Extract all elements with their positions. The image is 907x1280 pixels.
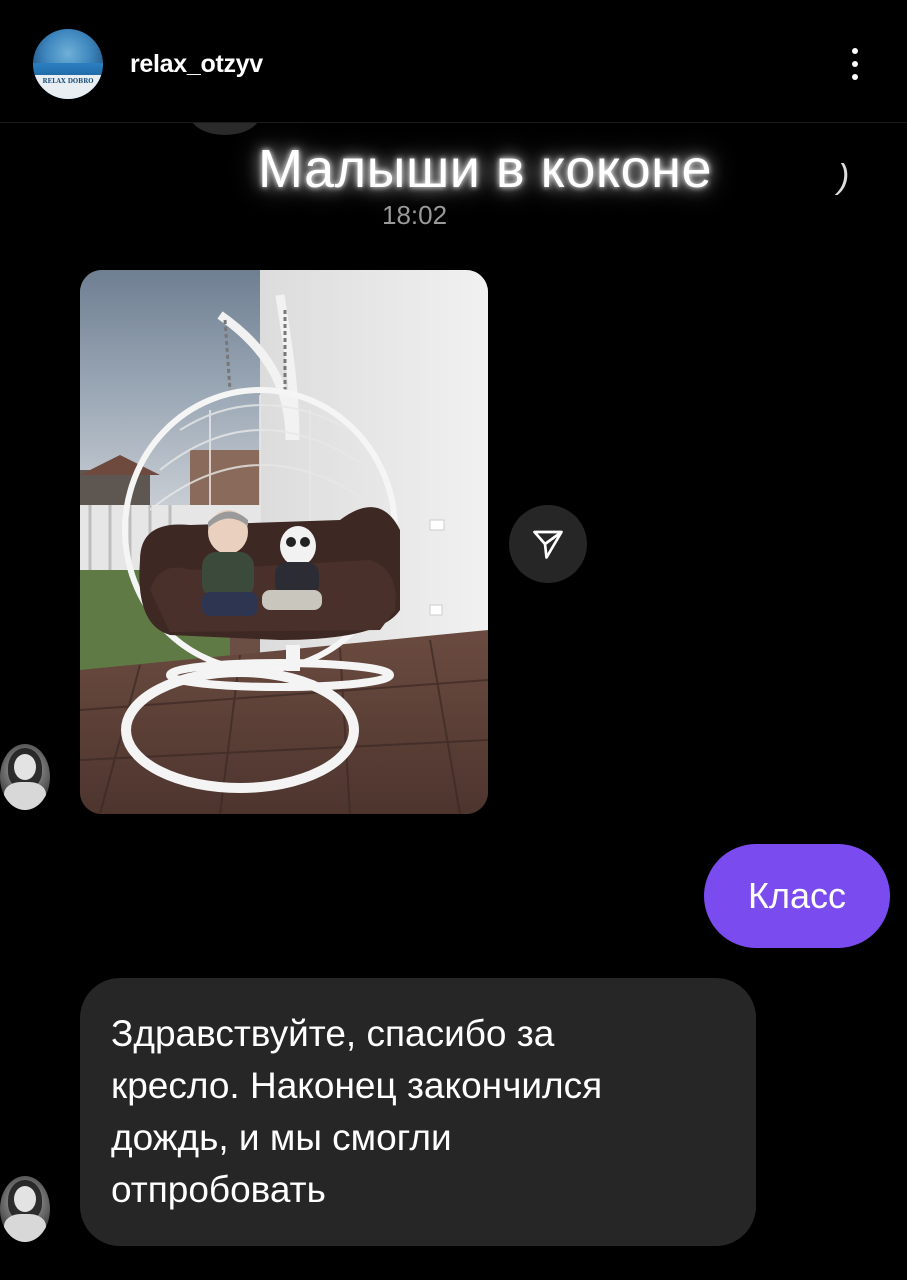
sender-avatar[interactable] (0, 1176, 50, 1242)
dot (852, 48, 858, 54)
avatar-face (14, 1186, 36, 1212)
more-options-icon[interactable] (840, 40, 870, 88)
photo-illustration (80, 270, 488, 814)
avatar-face (14, 754, 36, 780)
chat-header: RELAX DOBRO relax_otzyv (0, 0, 907, 123)
profile-avatar[interactable]: RELAX DOBRO (33, 29, 103, 99)
avatar-logo-text: RELAX DOBRO (42, 78, 94, 85)
paper-plane-glyph (533, 530, 563, 559)
avatar-body (4, 1214, 46, 1242)
sender-avatar[interactable] (0, 744, 50, 810)
avatar-body (4, 782, 46, 810)
sticker-decoration: ) (838, 158, 850, 196)
send-paper-plane-icon[interactable] (509, 505, 587, 583)
story-sticker-text: Малыши в коконе (258, 139, 713, 199)
photo-message[interactable] (80, 270, 488, 814)
incoming-message-bubble[interactable]: Здравствуйте, спасибо за кресло. Наконец… (80, 978, 756, 1246)
profile-username[interactable]: relax_otzyv (130, 50, 263, 79)
dot (852, 61, 858, 67)
dot (852, 74, 858, 80)
message-timestamp: 18:02 (382, 200, 448, 230)
outgoing-message-bubble[interactable]: Класс (704, 844, 890, 948)
